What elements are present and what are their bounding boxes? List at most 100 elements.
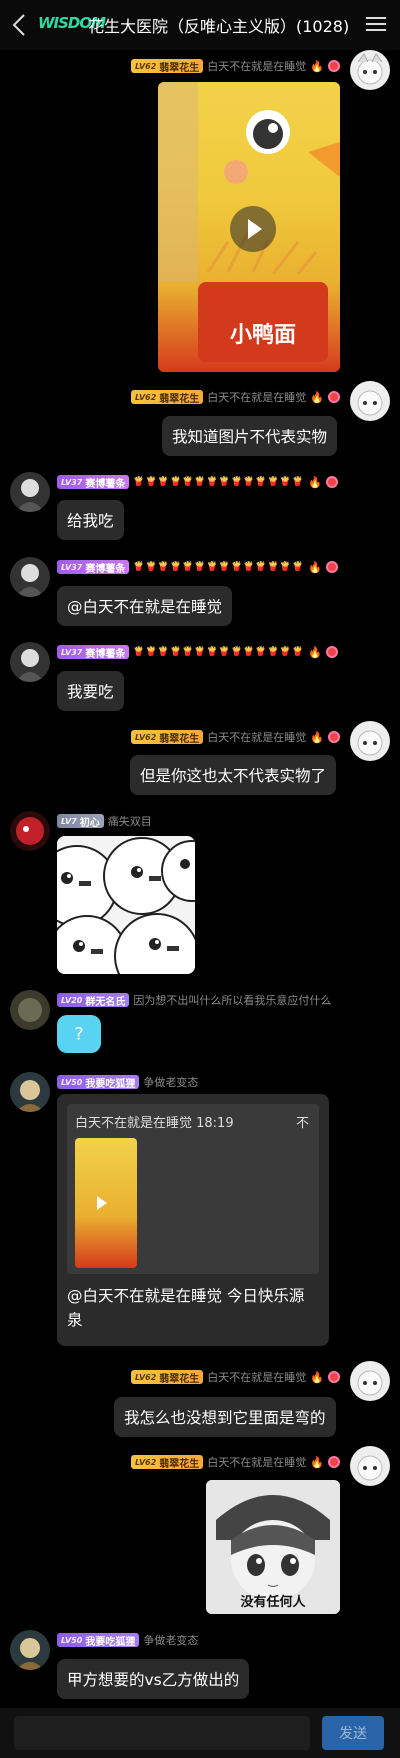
play-icon — [97, 1196, 107, 1210]
medal-icon — [328, 1371, 340, 1383]
message-bubble[interactable]: 给我吃 — [57, 500, 124, 540]
level-badge: LV7 初心 — [57, 814, 104, 829]
fire-icon: 🔥 — [308, 645, 322, 659]
message-meta: LV7 初心 痛失双目 — [57, 813, 152, 829]
level-badge: LV50 我要吃狐狸 — [57, 1633, 140, 1648]
level-badge: LV62 翡翠花生 — [130, 1370, 204, 1385]
birds-sticker — [57, 836, 195, 974]
sender-name: 白天不在就是在睡觉 — [207, 1371, 307, 1384]
level-badge: LV62 翡翠花生 — [130, 59, 204, 74]
medal-icon — [328, 391, 340, 403]
avatar[interactable] — [10, 1072, 50, 1112]
message-bubble[interactable]: 我怎么也没想到它里面是弯的 — [114, 1397, 336, 1437]
message-meta: LV37 赛博薯条 🍟🍟🍟🍟🍟🍟🍟🍟🍟🍟🍟🍟🍟🍟 🔥 — [57, 474, 338, 490]
medal-icon — [328, 1456, 340, 1468]
avatar-image — [350, 1446, 390, 1486]
message-meta: LV50 我要吃狐狸 争做老变态 — [57, 1074, 198, 1090]
medal-icon — [325, 646, 338, 658]
message-meta: LV37 赛博薯条 🍟🍟🍟🍟🍟🍟🍟🍟🍟🍟🍟🍟🍟🍟 🔥 — [57, 644, 338, 660]
sender-name: 白天不在就是在睡觉 — [207, 731, 307, 744]
quote-video-thumbnail[interactable] — [75, 1138, 137, 1268]
avatar-image — [350, 1361, 390, 1401]
sender-name: 白天不在就是在睡觉 — [207, 391, 307, 404]
fire-icon: 🔥 — [310, 59, 324, 73]
quote-header: 白天不在就是在睡觉 18:19 — [75, 1116, 234, 1131]
sticker-image[interactable]: 没有任何人 — [206, 1480, 340, 1614]
sender-name: 白天不在就是在睡觉 — [207, 1456, 307, 1469]
avatar[interactable] — [350, 1446, 390, 1486]
sender-name: 争做老变态 — [143, 1634, 199, 1647]
back-arrow-icon[interactable] — [8, 10, 32, 40]
avatar[interactable] — [10, 642, 50, 682]
avatar[interactable] — [10, 557, 50, 597]
message-bubble[interactable]: 甲方想要的vs乙方做出的 — [57, 1659, 250, 1699]
medal-icon — [325, 476, 338, 488]
avatar[interactable] — [350, 381, 390, 421]
avatar[interactable] — [350, 721, 390, 761]
level-badge: LV50 我要吃狐狸 — [57, 1075, 140, 1090]
level-badge: LV37 赛博薯条 — [57, 475, 130, 490]
sender-name: 痛失双目 — [107, 815, 152, 828]
level-badge: LV62 翡翠花生 — [130, 730, 204, 745]
fire-icon: 🔥 — [308, 475, 322, 489]
level-badge: LV20 群无名氏 — [57, 993, 130, 1008]
medal-icon — [325, 561, 338, 573]
sticker-caption: 没有任何人 — [240, 1595, 306, 1610]
message-text: @白天不在就是在睡觉 今日快乐源泉 — [67, 1287, 305, 1329]
message-meta: LV62 翡翠花生 白天不在就是在睡觉 🔥 — [130, 1369, 340, 1385]
avatar-image — [10, 811, 50, 851]
avatar-image — [10, 557, 50, 597]
avatar-image — [10, 642, 50, 682]
message-bubble[interactable]: @白天不在就是在睡觉 — [57, 586, 233, 626]
message-input[interactable] — [14, 1716, 310, 1750]
send-button[interactable]: 发送 — [322, 1716, 384, 1750]
message-bubble[interactable]: 我知道图片不代表实物 — [162, 416, 338, 456]
fries-icons: 🍟🍟🍟🍟🍟🍟🍟🍟🍟🍟🍟🍟🍟🍟 — [133, 562, 305, 572]
message-bubble[interactable]: 我要吃 — [57, 671, 124, 711]
quote-message[interactable]: 白天不在就是在睡觉 18:19 不 @白天不在就是在睡觉 今日快乐源泉 — [57, 1094, 329, 1346]
input-bar: 发送 — [0, 1708, 400, 1758]
avatar[interactable] — [10, 990, 50, 1030]
medal-icon — [328, 60, 340, 72]
avatar-image — [350, 721, 390, 761]
message-meta: LV62 翡翠花生 白天不在就是在睡觉 🔥 — [130, 729, 340, 745]
avatar-image — [350, 381, 390, 421]
group-title: 花生大医院（反唯心主义版）(1028) — [88, 17, 350, 36]
message-meta: LV62 翡翠花生 白天不在就是在睡觉 🔥 — [130, 58, 340, 74]
avatar-image — [10, 472, 50, 512]
quote-close: 不 — [295, 1116, 309, 1131]
sender-name: 白天不在就是在睡觉 — [207, 60, 307, 73]
avatar[interactable] — [350, 1361, 390, 1401]
message-meta: LV62 翡翠花生 白天不在就是在睡觉 🔥 — [130, 1454, 340, 1470]
video-message[interactable]: 小鸭面 — [158, 82, 340, 372]
chat-header: WISDOM 花生大医院（反唯心主义版）(1028) — [0, 0, 400, 50]
message-bubble[interactable]: 但是你这也太不代表实物了 — [130, 755, 337, 795]
sender-name: 争做老变态 — [143, 1076, 199, 1089]
avatar-image — [350, 50, 390, 90]
sender-name: 因为想不出叫什么所以看我乐意应付什么 — [133, 994, 332, 1007]
avatar[interactable] — [10, 811, 50, 851]
medal-icon — [328, 731, 340, 743]
avatar-image — [10, 1630, 50, 1670]
avatar[interactable] — [350, 50, 390, 90]
level-badge: LV37 赛博薯条 — [57, 645, 130, 660]
fries-icons: 🍟🍟🍟🍟🍟🍟🍟🍟🍟🍟🍟🍟🍟🍟 — [133, 477, 305, 487]
message-bubble[interactable]: ? — [57, 1015, 101, 1053]
svg-text:小鸭面: 小鸭面 — [230, 322, 296, 348]
play-button[interactable] — [230, 206, 276, 252]
quoted-reference[interactable]: 白天不在就是在睡觉 18:19 不 — [67, 1104, 319, 1274]
avatar-image — [10, 1072, 50, 1112]
level-badge: LV37 赛博薯条 — [57, 560, 130, 575]
level-badge: LV62 翡翠花生 — [130, 390, 204, 405]
message-meta: LV37 赛博薯条 🍟🍟🍟🍟🍟🍟🍟🍟🍟🍟🍟🍟🍟🍟 🔥 — [57, 559, 338, 575]
message-meta: LV20 群无名氏 因为想不出叫什么所以看我乐意应付什么 — [57, 992, 331, 1008]
fries-icons: 🍟🍟🍟🍟🍟🍟🍟🍟🍟🍟🍟🍟🍟🍟 — [133, 647, 305, 657]
avatar[interactable] — [10, 472, 50, 512]
sticker-image[interactable] — [57, 836, 195, 974]
fire-icon: 🔥 — [308, 560, 322, 574]
level-badge: LV62 翡翠花生 — [130, 1455, 204, 1470]
avatar[interactable] — [10, 1630, 50, 1670]
avatar-image — [10, 990, 50, 1030]
menu-icon[interactable] — [366, 14, 386, 34]
fire-icon: 🔥 — [310, 730, 324, 744]
